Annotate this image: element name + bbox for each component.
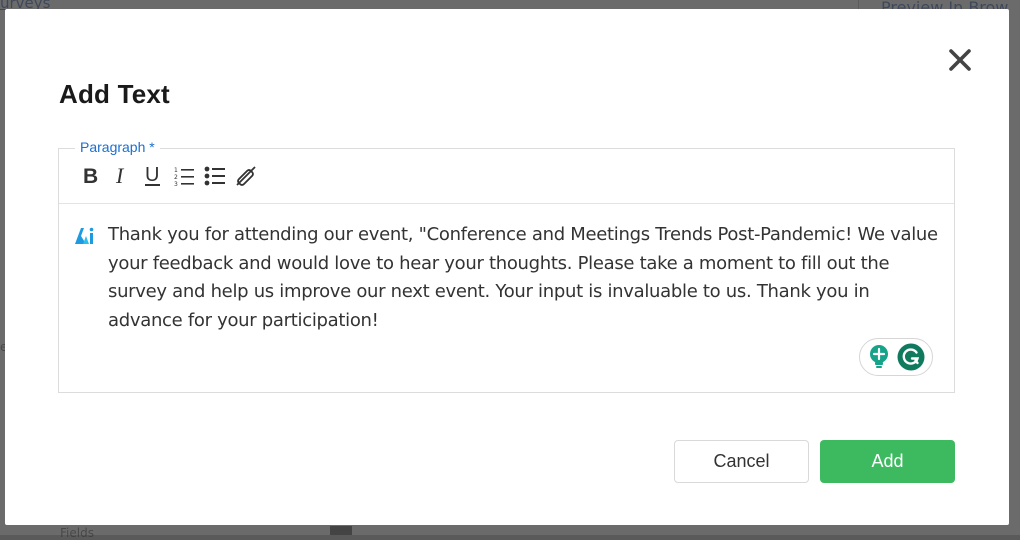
cancel-button[interactable]: Cancel [674, 440, 809, 483]
svg-text:1: 1 [174, 167, 178, 174]
grammarly-icon [897, 343, 925, 371]
ordered-list-button[interactable]: 1 2 3 [168, 161, 199, 191]
svg-text:I: I [115, 165, 125, 187]
svg-text:2: 2 [174, 174, 178, 181]
bullet-list-icon [204, 166, 225, 186]
add-text-dialog: Add Text Paragraph * B I U 1 2 3 Thank y… [5, 9, 1009, 525]
italic-icon: I [115, 165, 125, 187]
bullet-list-button[interactable] [199, 161, 230, 191]
background-scrollbar [330, 526, 352, 535]
ordered-list-icon: 1 2 3 [174, 167, 194, 187]
clear-format-button[interactable] [230, 161, 261, 191]
ai-assist-icon[interactable] [74, 227, 96, 245]
lightbulb-icon [870, 345, 888, 368]
italic-button[interactable]: I [106, 161, 137, 191]
dialog-title: Add Text [59, 79, 170, 109]
close-icon [949, 49, 971, 71]
paragraph-text[interactable]: Thank you for attending our event, "Conf… [108, 221, 940, 335]
close-button[interactable] [942, 42, 978, 78]
grammarly-widget[interactable] [859, 338, 933, 376]
add-button[interactable]: Add [820, 440, 955, 483]
underline-button[interactable]: U [137, 161, 168, 191]
clear-format-icon [235, 166, 256, 186]
paragraph-editor: Paragraph * B I U 1 2 3 Thank you for at… [58, 139, 955, 393]
svg-text:3: 3 [174, 181, 178, 187]
background-bottom-text: Fields [60, 526, 94, 540]
underline-icon: U [144, 164, 160, 186]
svg-text:B: B [83, 165, 98, 187]
svg-text:U: U [145, 164, 159, 186]
bold-button[interactable]: B [75, 161, 106, 191]
editor-toolbar: B I U 1 2 3 [59, 149, 954, 204]
bold-icon: B [83, 165, 98, 187]
